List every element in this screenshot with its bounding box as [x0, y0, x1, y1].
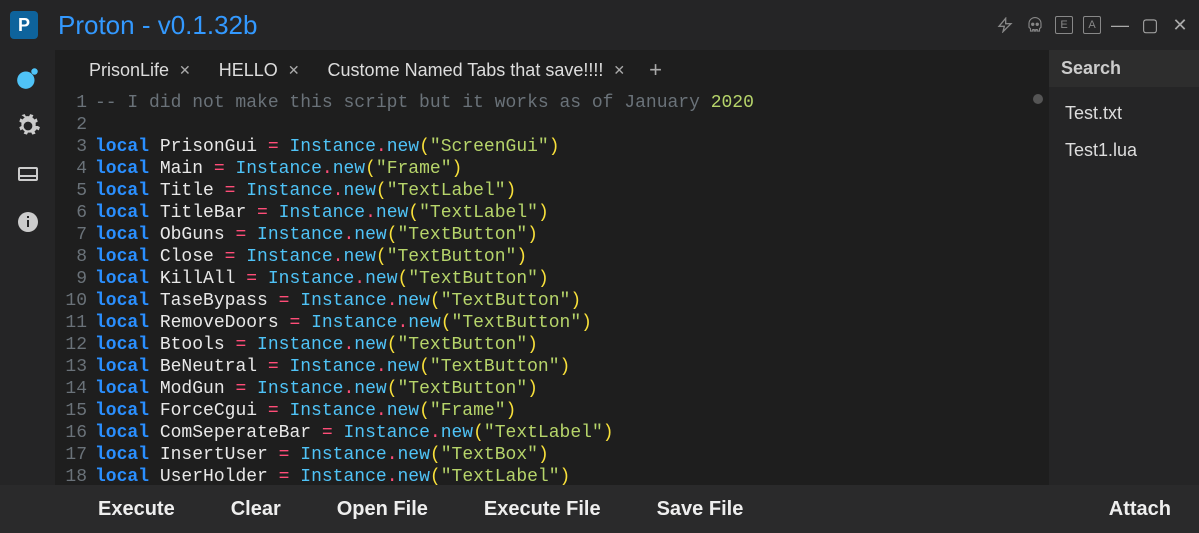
- code-content: local BeNeutral = Instance.new("TextButt…: [95, 356, 570, 378]
- search-results: Test.txtTest1.lua: [1049, 87, 1199, 177]
- code-line: 18local UserHolder = Instance.new("TextL…: [55, 466, 1049, 485]
- bolt-icon[interactable]: [995, 15, 1015, 35]
- code-line: 15local ForceCgui = Instance.new("Frame"…: [55, 400, 1049, 422]
- code-content: local Title = Instance.new("TextLabel"): [95, 180, 516, 202]
- line-number: 3: [55, 136, 95, 158]
- clear-button[interactable]: Clear: [203, 485, 309, 533]
- code-content: local ModGun = Instance.new("TextButton"…: [95, 378, 538, 400]
- code-line: 16local ComSeperateBar = Instance.new("T…: [55, 422, 1049, 444]
- minimap-indicator: [1033, 94, 1043, 104]
- code-content: local TaseBypass = Instance.new("TextBut…: [95, 290, 581, 312]
- line-number: 13: [55, 356, 95, 378]
- code-content: local ForceCgui = Instance.new("Frame"): [95, 400, 516, 422]
- code-content: local Close = Instance.new("TextButton"): [95, 246, 527, 268]
- tab-bar: PrisonLife✕HELLO✕Custome Named Tabs that…: [55, 50, 1049, 90]
- skull-icon[interactable]: [1025, 15, 1045, 35]
- line-number: 9: [55, 268, 95, 290]
- code-content: local ComSeperateBar = Instance.new("Tex…: [95, 422, 614, 444]
- line-number: 2: [55, 114, 95, 136]
- code-line: 8local Close = Instance.new("TextButton"…: [55, 246, 1049, 268]
- app-logo: P: [10, 11, 38, 39]
- code-line: 9local KillAll = Instance.new("TextButto…: [55, 268, 1049, 290]
- tab-2[interactable]: Custome Named Tabs that save!!!! ✕: [314, 50, 640, 90]
- new-tab-button[interactable]: +: [639, 57, 672, 83]
- code-line: 11local RemoveDoors = Instance.new("Text…: [55, 312, 1049, 334]
- letter-a-icon[interactable]: A: [1083, 16, 1101, 34]
- code-line: 7local ObGuns = Instance.new("TextButton…: [55, 224, 1049, 246]
- titlebar: P Proton - v0.1.32b E A — ▢ ✕: [0, 0, 1199, 50]
- line-number: 17: [55, 444, 95, 466]
- close-icon[interactable]: ✕: [288, 62, 300, 79]
- close-button[interactable]: ✕: [1171, 15, 1189, 36]
- code-line: 5local Title = Instance.new("TextLabel"): [55, 180, 1049, 202]
- letter-e-icon[interactable]: E: [1055, 16, 1073, 34]
- line-number: 1: [55, 92, 95, 114]
- main-area: PrisonLife✕HELLO✕Custome Named Tabs that…: [55, 50, 1049, 485]
- code-content: local Btools = Instance.new("TextButton"…: [95, 334, 538, 356]
- code-content: local ObGuns = Instance.new("TextButton"…: [95, 224, 538, 246]
- code-editor[interactable]: 1-- I did not make this script but it wo…: [55, 90, 1049, 485]
- code-line: 6local TitleBar = Instance.new("TextLabe…: [55, 202, 1049, 224]
- tab-1[interactable]: HELLO ✕: [205, 50, 314, 90]
- code-content: local InsertUser = Instance.new("TextBox…: [95, 444, 549, 466]
- code-line: 3local PrisonGui = Instance.new("ScreenG…: [55, 136, 1049, 158]
- tab-label: PrisonLife: [89, 60, 169, 81]
- close-icon[interactable]: ✕: [613, 62, 625, 79]
- search-result-item[interactable]: Test.txt: [1049, 95, 1199, 132]
- line-number: 11: [55, 312, 95, 334]
- line-number: 8: [55, 246, 95, 268]
- line-number: 4: [55, 158, 95, 180]
- info-icon[interactable]: [15, 209, 41, 235]
- line-number: 7: [55, 224, 95, 246]
- line-number: 14: [55, 378, 95, 400]
- line-number: 18: [55, 466, 95, 485]
- window-controls: — ▢ ✕: [1111, 15, 1189, 36]
- execute-file-button[interactable]: Execute File: [456, 485, 629, 533]
- save-file-button[interactable]: Save File: [629, 485, 772, 533]
- code-content: local TitleBar = Instance.new("TextLabel…: [95, 202, 549, 224]
- gear-icon[interactable]: [15, 113, 41, 139]
- code-content: local KillAll = Instance.new("TextButton…: [95, 268, 549, 290]
- attach-button[interactable]: Attach: [1081, 485, 1199, 533]
- home-icon[interactable]: [15, 65, 41, 91]
- tab-0[interactable]: PrisonLife ✕: [75, 50, 205, 90]
- execute-button[interactable]: Execute: [70, 485, 203, 533]
- maximize-button[interactable]: ▢: [1141, 15, 1159, 36]
- code-line: 14local ModGun = Instance.new("TextButto…: [55, 378, 1049, 400]
- line-number: 16: [55, 422, 95, 444]
- app-title: Proton - v0.1.32b: [58, 10, 995, 41]
- code-line: 1-- I did not make this script but it wo…: [55, 92, 1049, 114]
- open-file-button[interactable]: Open File: [309, 485, 456, 533]
- search-panel: Search Test.txtTest1.lua: [1049, 50, 1199, 485]
- sidebar: [0, 50, 55, 485]
- code-line: 13local BeNeutral = Instance.new("TextBu…: [55, 356, 1049, 378]
- line-number: 6: [55, 202, 95, 224]
- code-line: 10local TaseBypass = Instance.new("TextB…: [55, 290, 1049, 312]
- line-number: 15: [55, 400, 95, 422]
- code-line: 4local Main = Instance.new("Frame"): [55, 158, 1049, 180]
- panel-icon[interactable]: [15, 161, 41, 187]
- close-icon[interactable]: ✕: [179, 62, 191, 79]
- code-content: local RemoveDoors = Instance.new("TextBu…: [95, 312, 592, 334]
- code-content: local Main = Instance.new("Frame"): [95, 158, 462, 180]
- tab-label: Custome Named Tabs that save!!!!: [328, 60, 604, 81]
- code-content: local UserHolder = Instance.new("TextLab…: [95, 466, 570, 485]
- minimize-button[interactable]: —: [1111, 15, 1129, 36]
- search-header: Search: [1049, 50, 1199, 87]
- tab-label: HELLO: [219, 60, 278, 81]
- code-content: local PrisonGui = Instance.new("ScreenGu…: [95, 136, 560, 158]
- search-result-item[interactable]: Test1.lua: [1049, 132, 1199, 169]
- line-number: 10: [55, 290, 95, 312]
- bottom-toolbar: ExecuteClearOpen FileExecute FileSave Fi…: [0, 485, 1199, 533]
- line-number: 12: [55, 334, 95, 356]
- code-content: -- I did not make this script but it wor…: [95, 92, 754, 114]
- code-line: 17local InsertUser = Instance.new("TextB…: [55, 444, 1049, 466]
- code-line: 12local Btools = Instance.new("TextButto…: [55, 334, 1049, 356]
- line-number: 5: [55, 180, 95, 202]
- code-line: 2: [55, 114, 1049, 136]
- titlebar-status-icons: E A: [995, 15, 1101, 35]
